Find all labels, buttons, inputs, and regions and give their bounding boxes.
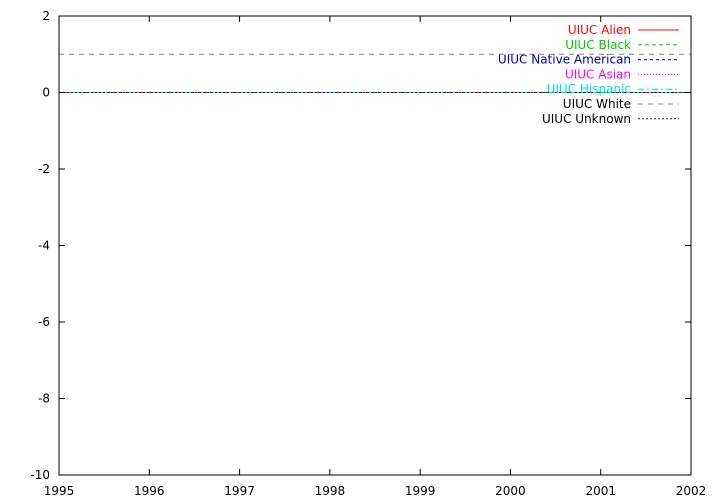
y-tick-label: 2 [42, 9, 50, 23]
legend: UIUC AlienUIUC BlackUIUC Native American… [498, 23, 679, 126]
y-tick-label: -8 [38, 392, 50, 406]
x-tick-label: 2002 [676, 484, 707, 498]
legend-label: UIUC Hispanic [547, 82, 631, 96]
y-tick-label: -6 [38, 315, 50, 329]
x-tick-label: 1996 [134, 484, 165, 498]
x-tick-label: 2000 [495, 484, 526, 498]
x-tick-label: 1995 [44, 484, 75, 498]
x-tick-label: 1998 [315, 484, 346, 498]
y-tick-label: -10 [30, 468, 50, 482]
legend-label: UIUC Native American [498, 53, 631, 67]
legend-label: UIUC Asian [565, 67, 631, 81]
y-tick-label: -4 [38, 239, 50, 253]
legend-label: UIUC Unknown [542, 112, 631, 126]
y-tick-label: -2 [38, 162, 50, 176]
legend-label: UIUC Black [565, 38, 631, 52]
x-tick-label: 1997 [224, 484, 255, 498]
x-tick-label: 1999 [405, 484, 436, 498]
legend-label: UIUC White [563, 97, 631, 111]
line-chart: 1995 1996 1997 1998 1999 2000 2001 2002 2 0 -2 -4 -6… [30, 9, 707, 498]
x-tick-label: 2001 [585, 484, 616, 498]
y-tick-label: 0 [42, 86, 50, 100]
legend-label: UIUC Alien [568, 23, 631, 37]
